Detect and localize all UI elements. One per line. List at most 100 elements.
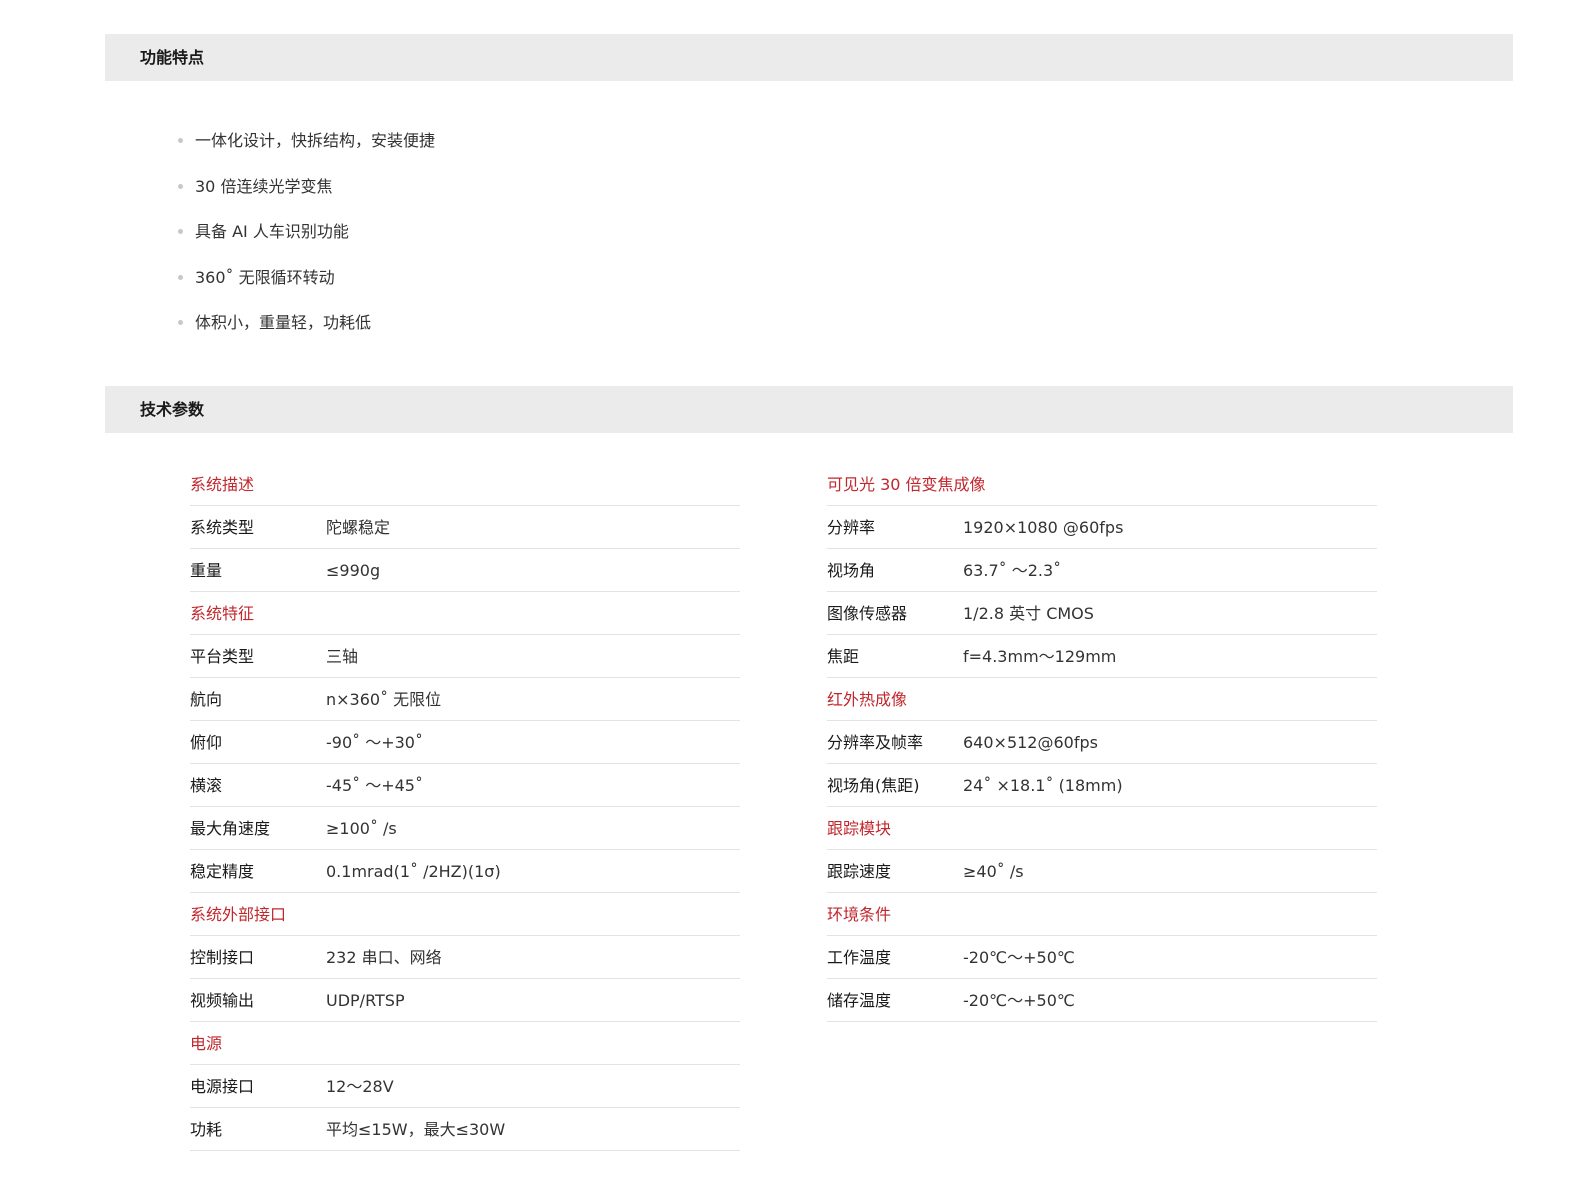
spec-value: ≥40˚ /s [963,862,1024,881]
spec-label: 功耗 [190,1120,223,1139]
bullet-icon [178,138,183,143]
spec-row: 分辨率及帧率 640×512@60fps [827,721,1377,764]
spec-value: 陀螺稳定 [326,518,391,537]
spec-value: 0.1mrad(1˚ /2HZ)(1σ) [326,862,501,881]
spec-row: 平台类型 三轴 [190,635,740,678]
spec-value: ≤990g [326,561,381,580]
spec-value: n×360˚ 无限位 [326,690,442,709]
feature-item: 360˚ 无限循环转动 [178,255,435,301]
spec-label: 控制接口 [190,948,255,967]
spec-category-label: 系统外部接口 [190,905,287,924]
spec-category-row: 系统特征 [190,592,740,635]
feature-item: 体积小，重量轻，功耗低 [178,300,435,346]
feature-text: 360˚ 无限循环转动 [195,267,335,287]
spec-category-label: 红外热成像 [827,690,908,709]
spec-table-right: 可见光 30 倍变焦成像 分辨率 1920×1080 @60fps 视场角 63.7˚ … [827,463,1377,1022]
bullet-icon [178,320,183,325]
features-section-header: 功能特点 [105,34,1513,81]
spec-value: 平均≤15W，最大≤30W [326,1120,506,1139]
spec-category-label: 系统特征 [190,604,255,623]
spec-label: 图像传感器 [827,604,908,623]
spec-category-row: 电源 [190,1022,740,1065]
spec-category-label: 系统描述 [190,475,255,494]
bullet-icon [178,274,183,280]
spec-label: 航向 [190,690,223,709]
spec-category-label: 环境条件 [827,905,892,924]
feature-text: 30 倍连续光学变焦 [195,176,333,196]
specs-section-header: 技术参数 [105,386,1513,433]
features-section-title: 功能特点 [140,48,205,67]
spec-category-row: 系统外部接口 [190,893,740,936]
spec-label: 分辨率及帧率 [827,733,924,752]
spec-label: 最大角速度 [190,819,271,838]
spec-table-left: 系统描述系统类型 陀螺稳定重量 ≤990g 系统特征平台类型 三轴航向 n×360˚ 无限… [190,463,740,1151]
bullet-icon [178,183,183,189]
spec-label: 俯仰 [190,733,223,752]
feature-text: 一体化设计，快拆结构，安装便捷 [195,131,436,150]
spec-label: 储存温度 [827,991,892,1010]
spec-row: 图像传感器 1/2.8 英寸 CMOS [827,592,1377,635]
feature-text: 体积小，重量轻，功耗低 [195,313,372,332]
spec-label: 分辨率 [827,518,876,537]
spec-row: 航向 n×360˚ 无限位 [190,678,740,721]
spec-category-row: 系统描述 [190,463,740,506]
spec-label: 电源接口 [190,1077,255,1096]
spec-row: 视场角(焦距) 24˚ ×18.1˚ (18mm) [827,764,1377,807]
spec-label: 稳定精度 [190,862,255,881]
spec-row: 储存温度 -20℃～+50℃ [827,979,1377,1022]
spec-value: -45˚ ～+45˚ [326,776,423,795]
spec-row: 跟踪速度 ≥40˚ /s [827,850,1377,893]
spec-category-row: 红外热成像 [827,678,1377,721]
spec-value: ≥100˚ /s [326,819,397,838]
spec-row: 重量 ≤990g [190,549,740,592]
spec-category-row: 环境条件 [827,893,1377,936]
spec-row: 分辨率 1920×1080 @60fps [827,506,1377,549]
spec-value: 232 串口、网络 [326,948,442,967]
spec-row: 横滚 -45˚ ～+45˚ [190,764,740,807]
spec-category-label: 跟踪模块 [827,819,892,838]
spec-label: 平台类型 [190,647,255,666]
spec-label: 视频输出 [190,991,255,1010]
spec-category-row: 跟踪模块 [827,807,1377,850]
spec-label: 视场角(焦距) [827,776,920,795]
spec-value: f=4.3mm～129mm [963,647,1117,666]
spec-row: 稳定精度 0.1mrad(1˚ /2HZ)(1σ) [190,850,740,893]
spec-row: 功耗 平均≤15W，最大≤30W [190,1108,740,1151]
spec-row: 俯仰 -90˚ ～+30˚ [190,721,740,764]
spec-value: 24˚ ×18.1˚ (18mm) [963,776,1123,795]
spec-value: -20℃～+50℃ [963,991,1075,1010]
spec-value: 63.7˚ ～2.3˚ [963,561,1062,580]
spec-label: 跟踪速度 [827,862,892,881]
spec-row: 最大角速度 ≥100˚ /s [190,807,740,850]
spec-value: 12～28V [326,1077,394,1096]
spec-value: 三轴 [326,647,359,666]
spec-value: 640×512@60fps [963,733,1098,752]
spec-row: 系统类型 陀螺稳定 [190,506,740,549]
spec-label: 系统类型 [190,518,255,537]
spec-label: 焦距 [827,647,860,666]
spec-category-row: 可见光 30 倍变焦成像 [827,463,1377,506]
spec-value: 1/2.8 英寸 CMOS [963,604,1094,623]
feature-text: 具备 AI 人车识别功能 [195,222,349,241]
spec-label: 重量 [190,561,223,580]
spec-category-label: 电源 [190,1034,223,1053]
spec-row: 电源接口 12～28V [190,1065,740,1108]
spec-value: UDP/RTSP [326,991,405,1010]
spec-row: 工作温度 -20℃～+50℃ [827,936,1377,979]
spec-row: 控制接口 232 串口、网络 [190,936,740,979]
spec-label: 横滚 [190,776,223,795]
spec-category-label: 可见光 30 倍变焦成像 [827,475,986,494]
spec-row: 视频输出 UDP/RTSP [190,979,740,1022]
bullet-icon [178,229,183,234]
spec-label: 工作温度 [827,948,892,967]
spec-label: 视场角 [827,561,876,580]
spec-value: -90˚ ～+30˚ [326,733,423,752]
spec-value: 1920×1080 @60fps [963,518,1124,537]
feature-item: 具备 AI 人车识别功能 [178,209,435,255]
feature-list: 一体化设计，快拆结构，安装便捷 30 倍连续光学变焦 具备 AI 人车识别功能 … [178,118,435,346]
spec-row: 焦距 f=4.3mm～129mm [827,635,1377,678]
specs-section-title: 技术参数 [140,400,205,419]
feature-item: 30 倍连续光学变焦 [178,164,435,210]
feature-item: 一体化设计，快拆结构，安装便捷 [178,118,435,164]
spec-row: 视场角 63.7˚ ～2.3˚ [827,549,1377,592]
